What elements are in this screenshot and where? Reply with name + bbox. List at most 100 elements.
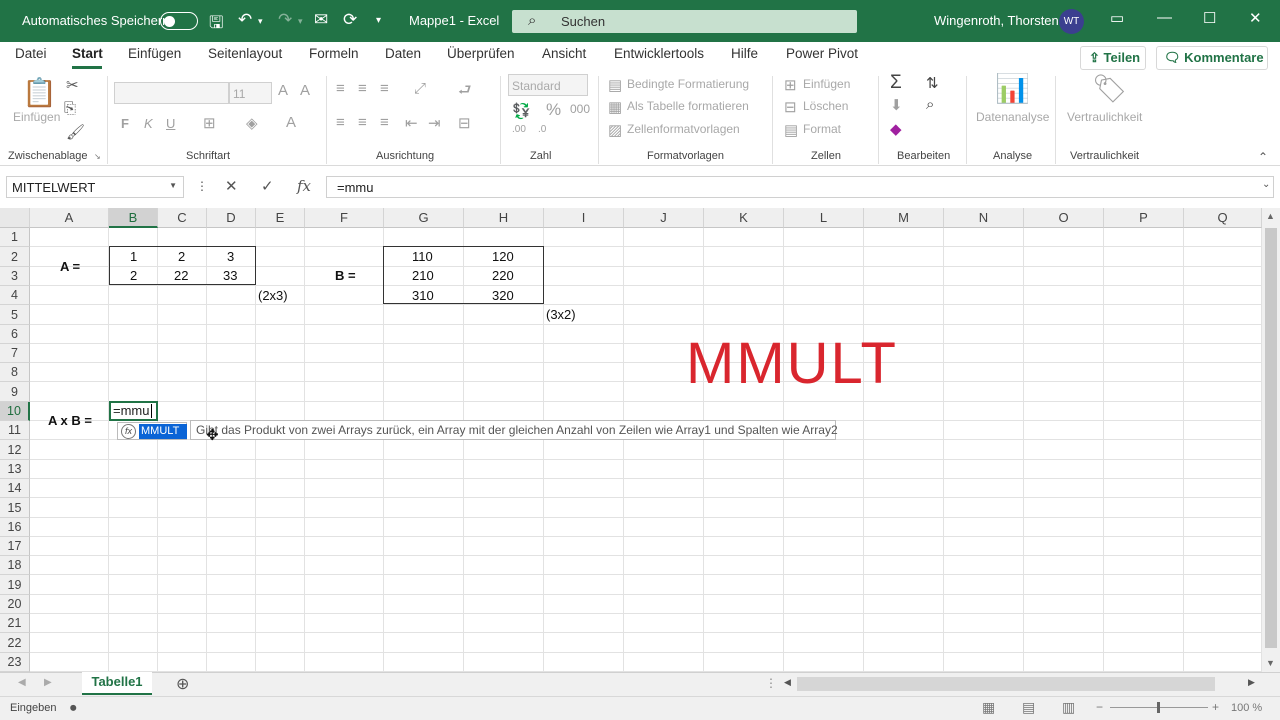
matrix-b-cell[interactable]: 120: [492, 249, 514, 264]
row-header-22[interactable]: 22: [0, 633, 30, 653]
zoom-out-icon[interactable]: −: [1096, 700, 1103, 714]
number-format-box[interactable]: Standard: [508, 74, 588, 96]
redo-icon[interactable]: ↷: [278, 10, 292, 30]
format-as-table-icon[interactable]: ▦: [608, 98, 622, 116]
matrix-b-cell[interactable]: 210: [412, 268, 434, 283]
row-header-20[interactable]: 20: [0, 595, 30, 614]
page-layout-view-icon[interactable]: ▤: [1022, 699, 1035, 716]
fill-icon[interactable]: ⬇: [890, 96, 903, 114]
matrix-a-cell[interactable]: 1: [130, 249, 137, 264]
column-header-e[interactable]: E: [256, 208, 305, 228]
data-analysis-icon[interactable]: 📊: [995, 72, 1030, 105]
matrix-b-cell[interactable]: 320: [492, 288, 514, 303]
fill-color-icon[interactable]: ◈: [246, 114, 258, 132]
column-header-d[interactable]: D: [207, 208, 256, 228]
worksheet-grid[interactable]: ABCDEFGHIJKLMNOPQ 1 2 3 4 5 6 7 8 9 10 11 12 13 14 15 1…: [0, 208, 1280, 672]
dimension-a[interactable]: (2x3): [258, 288, 288, 303]
formula-input[interactable]: =mmu: [326, 176, 1274, 198]
cell-styles-button[interactable]: Zellenformatvorlagen: [627, 122, 740, 136]
delete-cells-icon[interactable]: ⊟: [784, 98, 797, 116]
redo-dropdown-icon[interactable]: ▾: [298, 16, 303, 27]
zoom-level[interactable]: 100 %: [1231, 702, 1262, 714]
orientation-icon[interactable]: ⤢: [414, 80, 426, 97]
clear-icon[interactable]: ◆: [890, 120, 902, 138]
format-cells-icon[interactable]: ▤: [784, 121, 798, 139]
matrix-b-cell[interactable]: 220: [492, 268, 514, 283]
column-header-q[interactable]: Q: [1184, 208, 1262, 228]
autocomplete-item-mmult[interactable]: MMULT: [139, 424, 187, 439]
scroll-thumb[interactable]: [1265, 228, 1277, 648]
expand-formula-bar-icon[interactable]: ⌄: [1262, 179, 1270, 190]
cell-styles-icon[interactable]: ▨: [608, 121, 622, 139]
increase-decimal-icon[interactable]: .00: [512, 124, 526, 135]
row-header-6[interactable]: 6: [0, 325, 30, 344]
italic-button[interactable]: K: [144, 116, 153, 131]
tab-power-pivot[interactable]: Power Pivot: [786, 46, 858, 61]
comments-button[interactable]: 🗨 Kommentare: [1156, 46, 1268, 70]
tab-ansicht[interactable]: Ansicht: [542, 46, 586, 61]
data-analysis-button[interactable]: Datenanalyse: [976, 110, 1049, 124]
decrease-decimal-icon[interactable]: .0: [538, 124, 546, 135]
matrix-a-cell[interactable]: 3: [227, 249, 234, 264]
tab-entwicklertools[interactable]: Entwicklertools: [614, 46, 704, 61]
row-header-1[interactable]: 1: [0, 228, 30, 247]
conditional-formatting-icon[interactable]: ▤: [608, 76, 622, 94]
autosum-icon[interactable]: Σ: [890, 72, 902, 94]
cut-icon[interactable]: ✂: [66, 76, 79, 94]
merge-center-icon[interactable]: ⊟: [458, 114, 471, 132]
shrink-font-icon[interactable]: A: [300, 82, 310, 99]
align-top-icon[interactable]: ≡: [336, 80, 345, 97]
insert-function-icon[interactable]: fx: [297, 177, 311, 195]
format-as-table-button[interactable]: Als Tabelle formatieren: [627, 99, 749, 113]
ribbon-display-icon[interactable]: ▭: [1110, 9, 1124, 27]
prev-sheet-icon[interactable]: ◀: [18, 677, 26, 688]
decrease-indent-icon[interactable]: ⇤: [405, 114, 418, 132]
column-header-j[interactable]: J: [624, 208, 704, 228]
column-header-l[interactable]: L: [784, 208, 864, 228]
collapse-ribbon-icon[interactable]: ⌃: [1258, 150, 1268, 164]
tab-datei[interactable]: Datei: [15, 46, 47, 61]
enter-icon[interactable]: ✓: [261, 177, 274, 195]
matrix-b-cell[interactable]: 310: [412, 288, 434, 303]
row-header-21[interactable]: 21: [0, 614, 30, 633]
next-sheet-icon[interactable]: ▶: [44, 677, 52, 688]
vertical-scrollbar[interactable]: ▲ ▼: [1262, 208, 1280, 672]
customize-qat-icon[interactable]: ▾: [376, 15, 381, 26]
row-header-7[interactable]: 7: [0, 344, 30, 363]
email-icon[interactable]: ✉: [314, 10, 328, 30]
column-header-k[interactable]: K: [704, 208, 784, 228]
row-header-15[interactable]: 15: [0, 498, 30, 518]
name-box[interactable]: MITTELWERT ▼: [6, 176, 184, 198]
row-header-8[interactable]: 8: [0, 363, 30, 382]
bold-button[interactable]: F: [121, 116, 129, 131]
row-header-13[interactable]: 13: [0, 460, 30, 479]
find-select-icon[interactable]: ⌕: [926, 96, 934, 113]
add-sheet-icon[interactable]: ⊕: [176, 674, 189, 694]
autocomplete-list[interactable]: fx MMULT: [117, 422, 187, 440]
row-header-3[interactable]: 3: [0, 267, 30, 286]
borders-icon[interactable]: ⊞: [203, 114, 216, 132]
zoom-in-icon[interactable]: +: [1212, 700, 1219, 714]
paste-label[interactable]: Einfügen: [13, 110, 60, 124]
matrix-b-cell[interactable]: 110: [412, 249, 433, 264]
tab-daten[interactable]: Daten: [385, 46, 421, 61]
clipboard-launcher-icon[interactable]: ↘: [94, 152, 101, 161]
cancel-icon[interactable]: ✕: [225, 177, 238, 195]
horizontal-scroll-thumb[interactable]: [797, 677, 1215, 691]
refresh-icon[interactable]: ⟳: [343, 10, 357, 30]
percent-icon[interactable]: %: [546, 100, 561, 120]
align-left-icon[interactable]: ≡: [336, 114, 345, 131]
sheet-tab-tabelle1[interactable]: Tabelle1: [82, 672, 152, 695]
row-header-10[interactable]: 10: [0, 402, 30, 421]
save-icon[interactable]: 🖫: [209, 10, 223, 39]
tab-hilfe[interactable]: Hilfe: [731, 46, 758, 61]
row-header-23[interactable]: 23: [0, 653, 30, 672]
maximize-icon[interactable]: ☐: [1203, 9, 1216, 27]
column-header-f[interactable]: F: [305, 208, 384, 228]
conditional-formatting-button[interactable]: Bedingte Formatierung: [627, 77, 749, 91]
matrix-a-cell[interactable]: 2: [130, 268, 137, 283]
avatar[interactable]: WT: [1059, 9, 1084, 34]
page-break-view-icon[interactable]: ▥: [1062, 699, 1075, 716]
normal-view-icon[interactable]: ▦: [982, 699, 995, 716]
font-size-box[interactable]: 11: [229, 82, 272, 104]
